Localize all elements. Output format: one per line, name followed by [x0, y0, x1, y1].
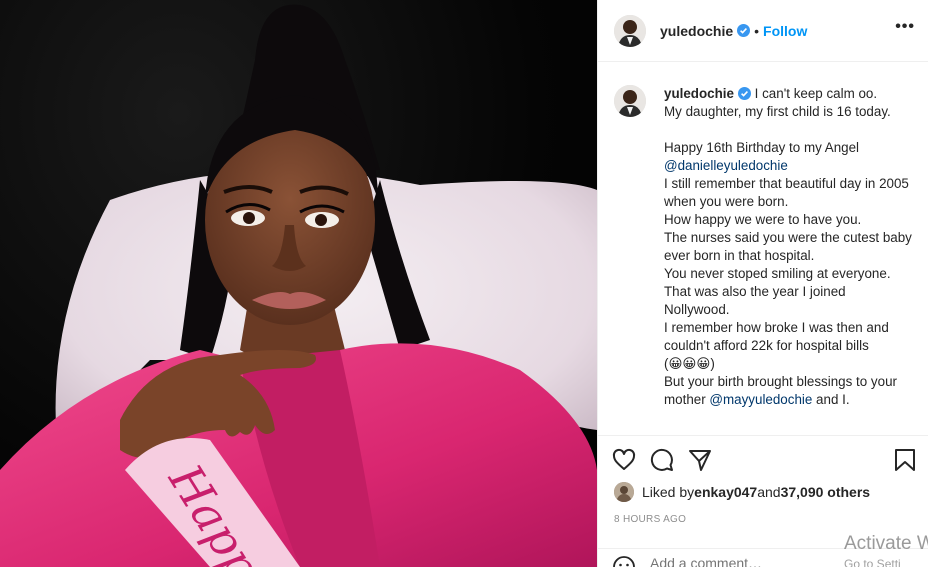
likes-middle: and	[757, 484, 781, 500]
caption-username[interactable]: yuledochie	[664, 86, 734, 101]
verified-badge-icon	[737, 87, 751, 100]
save-bookmark-icon[interactable]	[893, 448, 917, 472]
like-heart-icon[interactable]	[612, 448, 636, 472]
likes-count[interactable]: 37,090 others	[781, 484, 871, 500]
post-side-panel: yuledochie • Follow ••• yuledochie I can…	[597, 0, 928, 567]
post-caption: yuledochie I can't keep calm oo. My daug…	[664, 85, 913, 435]
likes-summary: Liked by enkay047 and 37,090 others	[614, 482, 870, 502]
post-timestamp[interactable]: 8 HOURS AGO	[614, 514, 686, 525]
add-comment-input[interactable]	[650, 555, 850, 567]
mention-link-mother[interactable]: @mayyuledochie	[709, 392, 812, 407]
caption-text-3: and I.	[812, 392, 850, 407]
liker-username[interactable]: enkay047	[694, 484, 757, 500]
comment-bubble-icon[interactable]	[650, 448, 674, 472]
post-photo[interactable]: Happ	[0, 0, 597, 567]
mention-link-daughter[interactable]: @danielleyuledochie	[664, 158, 788, 173]
windows-activation-title: Activate W	[844, 533, 928, 554]
verified-badge-icon	[737, 24, 751, 37]
liker-avatar[interactable]	[614, 482, 634, 502]
author-avatar[interactable]	[614, 14, 646, 47]
caption-area: yuledochie I can't keep calm oo. My daug…	[598, 63, 928, 435]
author-username[interactable]: yuledochie	[660, 23, 733, 39]
emoji-icon[interactable]	[612, 555, 636, 567]
portrait-illustration: Happ	[0, 4, 597, 567]
separator-dot: •	[754, 22, 760, 39]
post-header: yuledochie • Follow •••	[598, 0, 928, 62]
likes-prefix: Liked by	[642, 484, 695, 500]
caption-avatar[interactable]	[614, 85, 646, 117]
share-send-icon[interactable]	[688, 448, 712, 472]
caption-text-2: I still remember that beautiful day in 2…	[664, 176, 912, 407]
windows-activation-sub: Go to Setti	[844, 557, 901, 567]
follow-button[interactable]: Follow	[763, 23, 807, 39]
action-icons	[612, 448, 712, 472]
more-options-icon[interactable]: •••	[895, 18, 915, 36]
